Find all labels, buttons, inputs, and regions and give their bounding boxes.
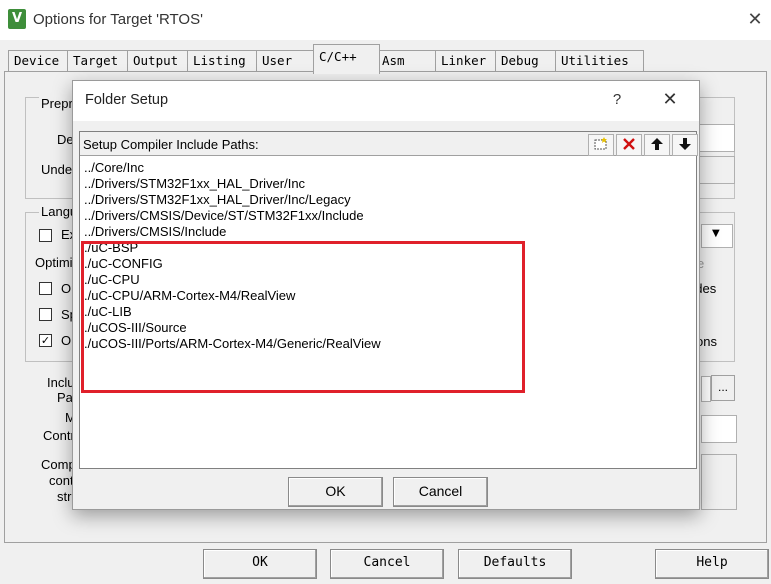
tab-c-cpp[interactable]: C/C++: [313, 44, 380, 74]
tab-utilities[interactable]: Utilities: [555, 50, 644, 73]
execute-only-checkbox[interactable]: [39, 229, 52, 242]
folder-setup-dialog: Folder Setup ? ✕ Setup Compiler Include …: [72, 80, 700, 510]
arrow-down-icon: [679, 138, 691, 150]
opt-checkbox-2[interactable]: [39, 308, 52, 321]
tab-user[interactable]: User: [256, 50, 319, 73]
dialog-ok-button[interactable]: OK: [288, 477, 383, 507]
tab-linker[interactable]: Linker: [435, 50, 501, 73]
keil-app-icon: V: [8, 9, 26, 29]
include-paths-browse-button[interactable]: ...: [711, 375, 735, 401]
dialog-cancel-button[interactable]: Cancel: [393, 477, 488, 507]
opt-checkbox-1[interactable]: [39, 282, 52, 295]
list-item[interactable]: ../Drivers/CMSIS/Device/ST/STM32F1xx/Inc…: [84, 208, 364, 224]
dropdown-arrow-icon: ▼: [712, 228, 720, 239]
move-up-button[interactable]: [644, 134, 670, 156]
window-title: Options for Target 'RTOS': [33, 11, 203, 28]
dialog-help-button[interactable]: ?: [607, 89, 627, 111]
list-item[interactable]: ../Drivers/CMSIS/Include: [84, 224, 226, 240]
list-item[interactable]: ../Core/Inc: [84, 160, 144, 176]
tab-listing[interactable]: Listing: [187, 50, 262, 73]
window-titlebar: V Options for Target 'RTOS' ✕: [0, 0, 771, 40]
folder-setup-title: Folder Setup: [85, 92, 169, 108]
new-folder-button[interactable]: [588, 134, 614, 156]
list-label: Setup Compiler Include Paths:: [83, 137, 259, 152]
control-label: cont: [49, 473, 74, 488]
tab-asm[interactable]: Asm: [376, 50, 439, 73]
misc-controls-input[interactable]: [701, 415, 737, 443]
list-item[interactable]: ../Drivers/STM32F1xx_HAL_Driver/Inc/Lega…: [84, 192, 351, 208]
ok-button[interactable]: OK: [203, 549, 317, 579]
list-item[interactable]: ../Drivers/STM32F1xx_HAL_Driver/Inc: [84, 176, 305, 192]
move-down-button[interactable]: [672, 134, 698, 156]
highlight-box: [81, 241, 525, 393]
new-item-icon: [594, 137, 607, 150]
compiler-control-string: [701, 454, 737, 510]
define-input[interactable]: [699, 124, 735, 152]
include-paths-input[interactable]: [701, 376, 711, 402]
cancel-button[interactable]: Cancel: [330, 549, 444, 579]
tab-device[interactable]: Device: [8, 50, 73, 73]
window-close-button[interactable]: ✕: [744, 9, 766, 31]
list-header: Setup Compiler Include Paths:: [80, 132, 698, 156]
tab-strip: Device Target Output Listing User C/C++ …: [0, 44, 771, 74]
folder-setup-titlebar: Folder Setup ? ✕: [73, 81, 699, 121]
undefine-label: Undef: [41, 162, 76, 177]
undefine-input[interactable]: [699, 156, 735, 184]
opt-checkbox-3[interactable]: ✓: [39, 334, 52, 347]
delete-button[interactable]: [616, 134, 642, 156]
include-paths-label: Inclu: [47, 375, 75, 390]
tab-output[interactable]: Output: [127, 50, 193, 73]
warnings-dropdown[interactable]: ▼: [701, 224, 733, 248]
compiler-control-label: Comp: [41, 457, 76, 472]
dialog-close-button[interactable]: ✕: [659, 89, 681, 111]
tab-target[interactable]: Target: [67, 50, 133, 73]
arrow-up-icon: [651, 138, 663, 150]
defaults-button[interactable]: Defaults: [458, 549, 572, 579]
controls-label: Contr: [43, 428, 75, 443]
delete-icon: [623, 138, 635, 150]
tab-debug[interactable]: Debug: [495, 50, 561, 73]
help-button[interactable]: Help: [655, 549, 769, 579]
